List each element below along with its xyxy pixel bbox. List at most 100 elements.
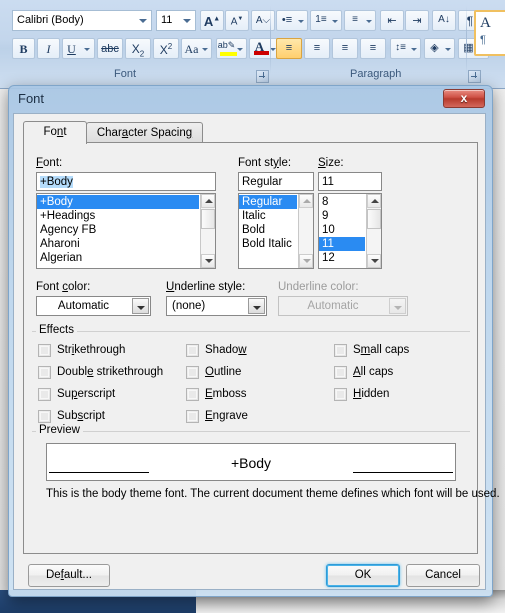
line-spacing-button[interactable]: ↕≡ xyxy=(390,38,421,59)
grow-font-button[interactable]: A▲ xyxy=(200,10,224,31)
dropdown-button xyxy=(389,298,406,314)
preview-text: +Body xyxy=(230,455,272,471)
close-icon: x xyxy=(460,91,468,105)
ok-button[interactable]: OK xyxy=(326,564,400,587)
size-list-item[interactable]: 12 xyxy=(319,251,365,265)
caret-down-icon xyxy=(205,259,213,263)
tab-font-label: Font xyxy=(43,126,67,138)
default-button[interactable]: Default... xyxy=(28,564,110,587)
chevron-down-icon[interactable] xyxy=(183,19,191,23)
checkbox-inner xyxy=(40,346,49,355)
scroll-down-button[interactable] xyxy=(201,254,215,268)
tab-panel-font: Font: Font style: Size: +Body Regular 11… xyxy=(23,142,500,554)
align-right-button[interactable]: ≡ xyxy=(332,38,358,59)
default-button-label: Default... xyxy=(45,569,93,581)
font-name-combo[interactable]: Calibri (Body) xyxy=(12,10,152,31)
close-button[interactable]: x xyxy=(443,89,485,108)
checkbox-icon[interactable] xyxy=(186,366,199,379)
subscript-button[interactable]: X2 xyxy=(125,38,151,59)
bold-icon: B xyxy=(19,42,28,56)
align-left-icon: ≡ xyxy=(285,42,293,54)
increase-indent-icon: ⇥ xyxy=(412,15,422,27)
chevron-down-icon[interactable] xyxy=(139,19,147,23)
style-gallery-item[interactable]: A ¶ xyxy=(474,10,505,56)
chevron-down-icon[interactable] xyxy=(202,48,208,51)
dialog-titlebar[interactable]: Font x xyxy=(8,85,491,115)
chevron-down-icon[interactable] xyxy=(411,48,417,51)
sort-button[interactable]: A↓ xyxy=(432,10,456,31)
checkbox-icon[interactable] xyxy=(186,344,199,357)
align-center-icon: ≡ xyxy=(313,42,321,54)
font-size-combo[interactable]: 11 xyxy=(156,10,196,31)
preview-rule-right xyxy=(353,472,453,473)
shading-button[interactable]: ◈ xyxy=(424,38,455,59)
scroll-down-button[interactable] xyxy=(367,254,381,268)
checkbox-icon[interactable] xyxy=(334,366,347,379)
checkbox-icon[interactable] xyxy=(38,410,51,423)
checkbox-icon[interactable] xyxy=(186,388,199,401)
font-size-value: 11 xyxy=(161,14,173,26)
scroll-down-button[interactable] xyxy=(299,254,313,268)
checkbox-icon[interactable] xyxy=(334,344,347,357)
ribbon-group-paragraph: •≡ 1≡ ≡ ⇤ ⇥ A↓ ¶ ≡ ≡ ≡ ≡ ↕≡ ◈ ▦ Paragrap… xyxy=(272,2,489,84)
checkbox-inner xyxy=(336,346,345,355)
align-left-button[interactable]: ≡ xyxy=(276,38,302,59)
caret-down-icon xyxy=(371,259,379,263)
chevron-down-icon[interactable] xyxy=(237,48,243,51)
text-highlight-color-button[interactable]: ab✎ xyxy=(216,38,247,59)
dropdown-button[interactable] xyxy=(248,298,265,314)
ribbon-group-paragraph-label: Paragraph xyxy=(350,68,402,80)
checkbox-icon[interactable] xyxy=(38,366,51,379)
effect-label: Hidden xyxy=(353,388,390,400)
checkbox-inner xyxy=(336,368,345,377)
effect-label: Small caps xyxy=(353,344,410,356)
strikethrough-button[interactable]: abc xyxy=(97,38,123,59)
superscript-button[interactable]: X2 xyxy=(153,38,179,59)
underline-color-label: Underline color: xyxy=(278,281,359,293)
tab-font[interactable]: Font xyxy=(23,121,87,144)
font-color-value: Automatic xyxy=(57,300,110,312)
effect-label: Shadow xyxy=(205,344,247,356)
checkbox-icon[interactable] xyxy=(38,344,51,357)
effect-label: Emboss xyxy=(205,388,247,400)
underline-style-dropdown[interactable]: (none) xyxy=(166,296,267,316)
effects-groupbox xyxy=(32,331,470,332)
checkbox-inner xyxy=(40,390,49,399)
cancel-button-label: Cancel xyxy=(425,569,461,581)
checkbox-icon[interactable] xyxy=(38,388,51,401)
underline-button[interactable]: U xyxy=(62,38,95,59)
increase-indent-button[interactable]: ⇥ xyxy=(405,10,429,31)
cancel-button[interactable]: Cancel xyxy=(406,564,480,587)
decrease-indent-button[interactable]: ⇤ xyxy=(380,10,404,31)
underline-color-value: Automatic xyxy=(307,300,359,312)
multilevel-list-button[interactable]: ≡ xyxy=(344,10,376,31)
chevron-down-icon[interactable] xyxy=(445,48,451,51)
font-list-item[interactable]: Algerian xyxy=(37,251,199,265)
numbering-button[interactable]: 1≡ xyxy=(310,10,342,31)
justify-button[interactable]: ≡ xyxy=(360,38,386,59)
font-color-dropdown[interactable]: Automatic xyxy=(36,296,151,316)
tab-character-spacing[interactable]: Character Spacing xyxy=(86,122,203,143)
change-case-button[interactable]: Aa xyxy=(181,38,212,59)
dropdown-button[interactable] xyxy=(132,298,149,314)
effect-label: Subscript xyxy=(57,410,105,422)
checkbox-icon[interactable] xyxy=(334,388,347,401)
bullets-button[interactable]: •≡ xyxy=(276,10,308,31)
chevron-down-icon[interactable] xyxy=(298,20,304,23)
effect-label: All caps xyxy=(353,366,394,378)
checkbox-icon[interactable] xyxy=(186,410,199,423)
chevron-down-icon[interactable] xyxy=(84,48,90,51)
sort-icon: A↓ xyxy=(438,14,450,25)
shrink-font-button[interactable]: A▼ xyxy=(225,10,249,31)
align-center-button[interactable]: ≡ xyxy=(304,38,330,59)
chevron-down-icon[interactable] xyxy=(332,20,338,23)
subscript-icon: X2 xyxy=(131,42,145,59)
chevron-down-icon[interactable] xyxy=(366,20,372,23)
effects-checkbox-list: Strikethrough Double strikethrough Supersc… xyxy=(24,143,479,423)
effect-label: Strikethrough xyxy=(57,344,126,356)
font-dialog-launcher[interactable] xyxy=(256,70,269,83)
bold-button[interactable]: B xyxy=(12,38,35,59)
preview-caption: Preview xyxy=(36,424,83,436)
font-color-swatch xyxy=(254,51,269,55)
caret-down-icon xyxy=(303,259,311,263)
